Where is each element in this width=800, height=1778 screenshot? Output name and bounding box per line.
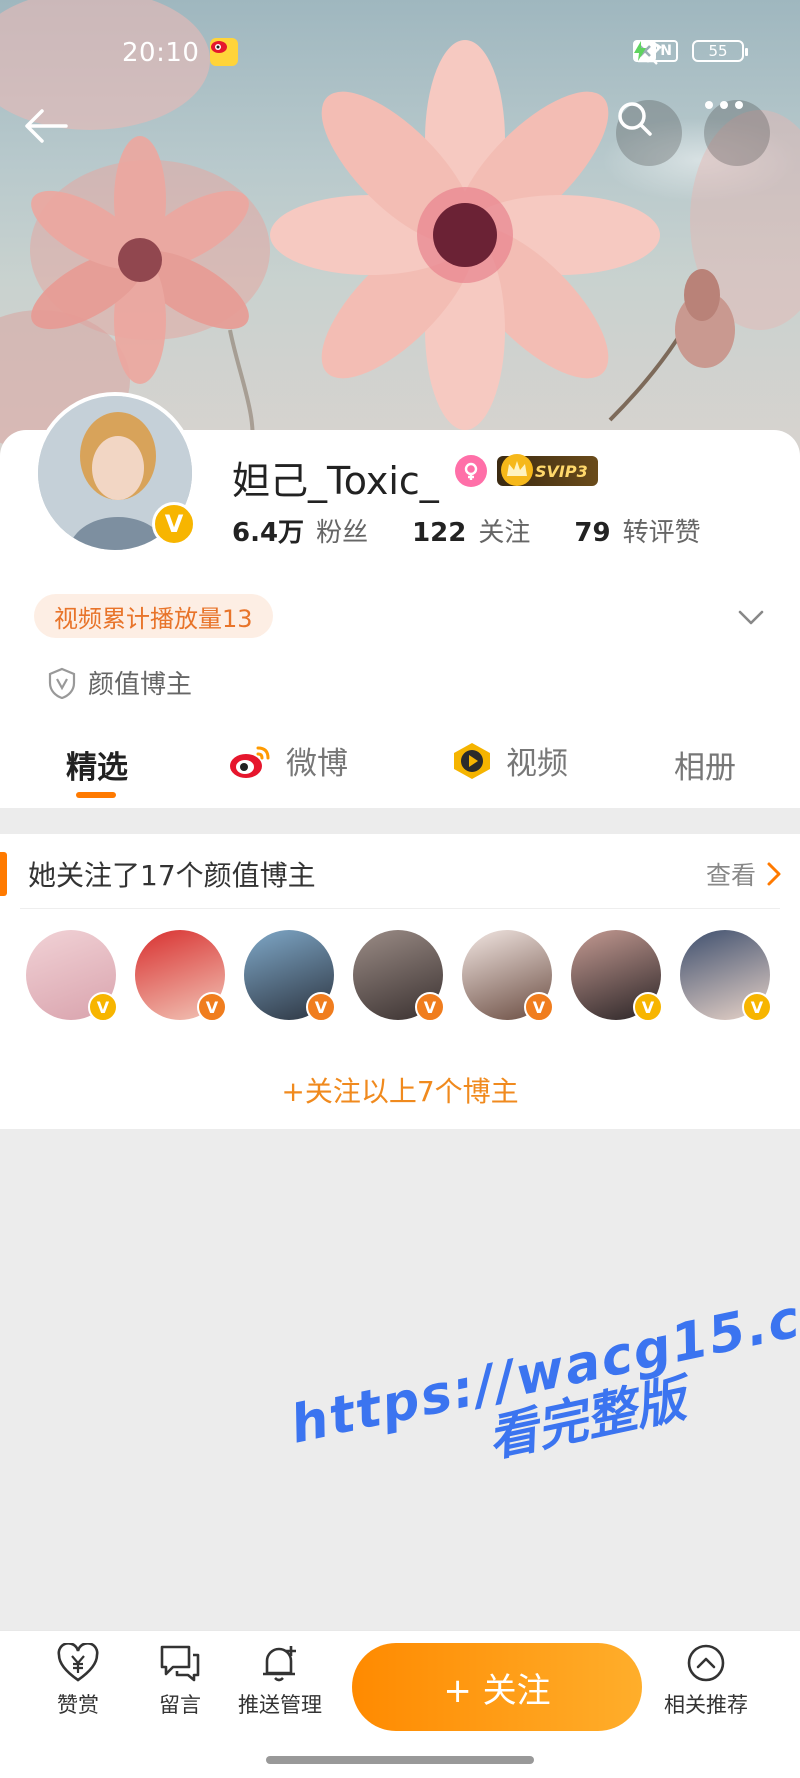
profile-badges: SVIP3 [455, 454, 598, 487]
active-tab-indicator [76, 792, 116, 798]
arrow-left-icon [25, 109, 68, 143]
svip-label: SVIP3 [535, 461, 588, 481]
tab-album[interactable]: 相册 [674, 742, 736, 787]
section-accent-bar [0, 852, 7, 896]
chevron-right-icon [767, 862, 781, 886]
verified-badge-icon: V [197, 992, 227, 1022]
back-button[interactable] [22, 106, 82, 166]
stat-following[interactable]: 122 关注 [412, 512, 530, 549]
verified-badge-icon: V [306, 992, 336, 1022]
battery-icon: 55 [692, 40, 748, 62]
heart-yen-icon [57, 1643, 99, 1682]
blogger-avatar[interactable]: V [26, 930, 118, 1022]
profile-name: 妲己_Toxic_ [232, 459, 439, 503]
profile-avatar[interactable]: V [34, 392, 196, 554]
divider [20, 908, 780, 909]
crown-icon [501, 454, 533, 486]
status-bar: 20:10 VPN 55 [0, 34, 800, 74]
follow-button[interactable]: + 关注 [352, 1643, 642, 1731]
reward-label: 赞赏 [57, 1693, 99, 1717]
message-button[interactable]: 留言 [130, 1643, 230, 1719]
profile-tag[interactable]: 颜值博主 [48, 664, 192, 701]
push-settings-button[interactable]: 推送管理 [230, 1643, 330, 1719]
related-label: 相关推荐 [664, 1693, 748, 1717]
svip-badge[interactable]: SVIP3 [497, 454, 598, 486]
view-label: 查看 [705, 861, 756, 890]
tab-label: 精选 [66, 750, 128, 786]
chevron-up-circle-icon [687, 1644, 725, 1682]
verified-badge-icon: V [152, 502, 196, 546]
video-icon [454, 742, 490, 779]
stat-value: 122 [412, 518, 467, 548]
charging-icon [634, 41, 647, 61]
following-recommend-panel: 她关注了17个颜值博主 查看 V V V V V V V +关注以上7个博主 [0, 834, 800, 1129]
weibo-icon [230, 746, 270, 778]
more-button[interactable] [704, 100, 770, 166]
tab-weibo[interactable]: 微博 [228, 738, 348, 783]
stat-value: 6.4万 [232, 518, 305, 548]
stat-value: 79 [574, 518, 611, 548]
stat-fans[interactable]: 6.4万 粉丝 [232, 512, 368, 549]
profile-tabs: 精选 微博 视频 相册 [0, 728, 800, 800]
tag-label: 颜值博主 [88, 670, 193, 700]
verified-badge-icon: V [633, 992, 663, 1022]
related-recommend-button[interactable]: 相关推荐 [656, 1643, 756, 1719]
stat-interactions[interactable]: 79 转评赞 [574, 512, 700, 549]
tab-label: 相册 [674, 750, 736, 786]
verified-badge-icon: V [88, 992, 118, 1022]
chevron-down-icon[interactable] [734, 600, 768, 634]
weibo-notification-icon [210, 38, 238, 66]
more-dots-icon [705, 101, 743, 109]
search-icon [618, 102, 652, 136]
message-label: 留言 [159, 1693, 201, 1717]
status-time: 20:10 [122, 38, 200, 68]
follow-all-button[interactable]: +关注以上7个博主 [0, 1070, 800, 1110]
tab-featured[interactable]: 精选 [66, 742, 128, 787]
watermark: https://wacg15.com 看完整版 [285, 1269, 800, 1504]
blogger-avatar[interactable]: V [353, 930, 445, 1022]
status-icons: VPN 55 [633, 40, 748, 65]
bell-plus-icon [263, 1646, 296, 1682]
profile-stats: 6.4万 粉丝 122 关注 79 转评赞 [232, 512, 745, 549]
shield-v-icon [48, 667, 76, 699]
female-icon [455, 455, 487, 487]
verified-badge-icon: V [524, 992, 554, 1022]
home-indicator[interactable] [266, 1756, 534, 1764]
blogger-avatar[interactable]: V [244, 930, 336, 1022]
chat-icon [160, 1645, 200, 1682]
tab-label: 微博 [286, 746, 348, 782]
blogger-avatar[interactable]: V [680, 930, 772, 1022]
stat-label: 粉丝 [316, 518, 369, 548]
reward-button[interactable]: 赞赏 [28, 1643, 128, 1719]
avatar-list: V V V V V V V [26, 930, 772, 1022]
section-title: 她关注了17个颜值博主 [28, 859, 316, 892]
blogger-avatar[interactable]: V [135, 930, 227, 1022]
verified-badge-icon: V [742, 992, 772, 1022]
stat-label: 关注 [478, 518, 531, 548]
push-label: 推送管理 [238, 1693, 322, 1717]
blogger-avatar[interactable]: V [571, 930, 663, 1022]
tab-label: 视频 [506, 746, 568, 782]
tab-video[interactable]: 视频 [450, 738, 568, 783]
video-play-count-pill[interactable]: 视频累计播放量13 [34, 594, 273, 638]
blogger-avatar[interactable]: V [462, 930, 554, 1022]
view-all-link[interactable]: 查看 [706, 856, 782, 892]
verified-badge-icon: V [415, 992, 445, 1022]
stat-label: 转评赞 [622, 518, 701, 548]
search-button[interactable] [616, 100, 682, 166]
